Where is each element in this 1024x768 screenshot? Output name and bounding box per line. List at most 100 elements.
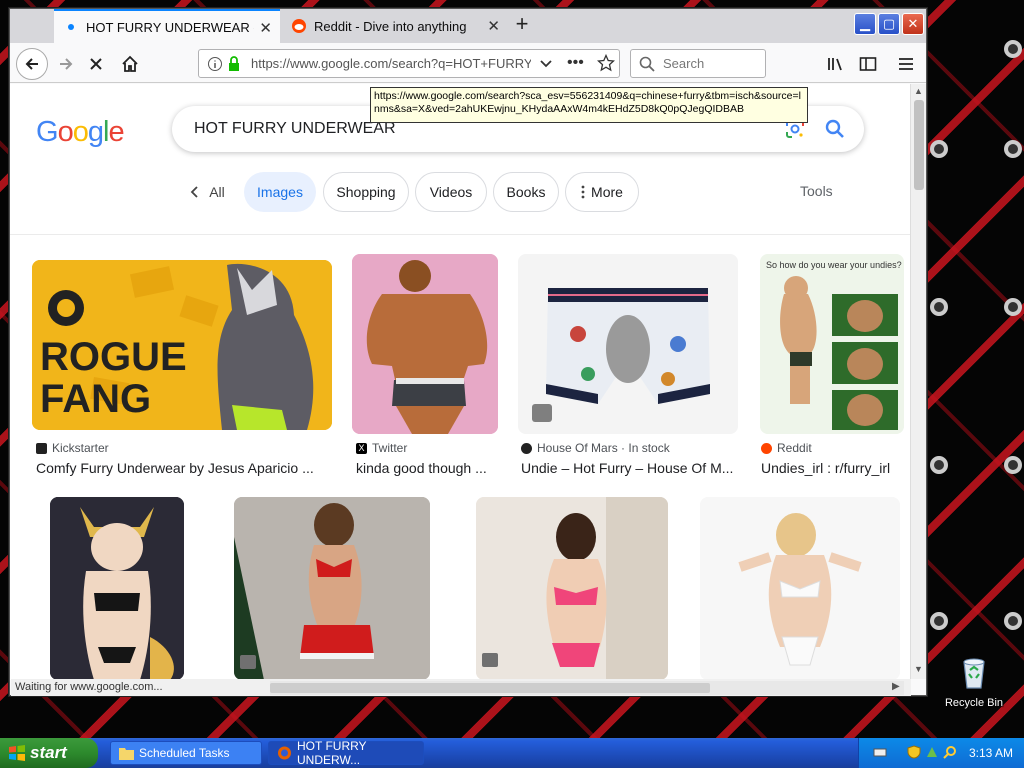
task-label: Scheduled Tasks xyxy=(139,746,230,760)
tab-google-search[interactable]: HOT FURRY UNDERWEAR - Google ✕ xyxy=(54,9,280,43)
reddit-icon xyxy=(292,19,306,33)
page-actions-icon[interactable]: ••• xyxy=(567,54,584,72)
tab-bar: HOT FURRY UNDERWEAR - Google ✕ Reddit - … xyxy=(10,9,926,43)
url-text[interactable]: https://www.google.com/search?q=HOT+FURR… xyxy=(251,56,531,71)
chevron-left-icon xyxy=(190,186,198,198)
house-of-mars-icon xyxy=(521,442,532,454)
tab-label: HOT FURRY UNDERWEAR - Google xyxy=(86,19,254,35)
library-button[interactable] xyxy=(822,50,850,78)
kickstarter-icon xyxy=(36,442,47,454)
task-label: HOT FURRY UNDERW... xyxy=(297,739,367,767)
recycle-bin-icon xyxy=(963,658,985,689)
scrollbar-thumb[interactable] xyxy=(270,683,710,693)
sidebar-button[interactable] xyxy=(854,50,882,78)
result-image-row2-1[interactable] xyxy=(50,497,184,680)
search-placeholder: Search xyxy=(663,56,705,71)
result-source[interactable]: Kickstarter xyxy=(36,441,109,455)
home-button[interactable] xyxy=(116,50,144,78)
taskbar-firefox-window[interactable]: HOT FURRY UNDERW... xyxy=(268,739,424,767)
result-title[interactable]: kinda good though ... xyxy=(356,460,498,476)
boxer-briefs-product xyxy=(518,254,738,434)
home-icon xyxy=(122,55,138,72)
filter-all[interactable]: All xyxy=(180,172,234,212)
keyboard-icon[interactable] xyxy=(873,745,887,759)
result-source[interactable]: X Twitter xyxy=(356,441,407,455)
scrollbar-thumb[interactable] xyxy=(914,100,924,190)
result-title[interactable]: Undie – Hot Furry – House Of M... xyxy=(521,460,739,476)
filter-label: Books xyxy=(506,184,546,200)
divider xyxy=(10,234,910,235)
result-image-reddit[interactable]: So how do you wear your undies? xyxy=(760,254,904,434)
browser-search-field[interactable]: Search xyxy=(630,49,766,78)
search-icon[interactable] xyxy=(943,745,957,759)
tab-reddit[interactable]: Reddit - Dive into anything ✕ xyxy=(282,9,508,43)
result-image-rogue-fang[interactable]: ROGUE FANG xyxy=(32,260,332,430)
close-tab-icon[interactable]: ✕ xyxy=(487,17,500,35)
result-image-row2-3[interactable] xyxy=(476,497,668,680)
wallpaper-wheel xyxy=(1004,140,1022,158)
taskbar-scheduled-tasks[interactable]: Scheduled Tasks xyxy=(110,741,262,765)
chevron-down-icon[interactable] xyxy=(539,56,553,73)
new-tab-button[interactable]: + xyxy=(510,11,534,37)
undies-comic-artwork: So how do you wear your undies? xyxy=(760,254,904,434)
close-tab-icon[interactable]: ✕ xyxy=(259,19,272,37)
search-icon[interactable] xyxy=(824,118,846,140)
result-source[interactable]: House Of Mars · In stock xyxy=(521,441,670,455)
loading-dot-icon xyxy=(64,20,78,34)
menu-button[interactable] xyxy=(892,50,920,78)
filter-shopping[interactable]: Shopping xyxy=(323,172,409,212)
tools-button[interactable]: Tools xyxy=(800,183,833,199)
wallpaper-wheel xyxy=(1004,40,1022,58)
back-button[interactable] xyxy=(16,48,48,80)
start-label: start xyxy=(30,743,67,762)
muscular-character-artwork xyxy=(352,254,498,434)
wallpaper-wheel xyxy=(930,140,948,158)
clock[interactable]: 3:13 AM xyxy=(969,746,1013,760)
bookmark-star-icon[interactable] xyxy=(596,53,616,75)
windows-logo-icon xyxy=(9,745,25,761)
fox-character-artwork xyxy=(50,497,184,680)
result-title[interactable]: Comfy Furry Underwear by Jesus Aparicio … xyxy=(36,460,336,476)
result-source[interactable]: Reddit xyxy=(761,441,812,455)
recycle-bin[interactable]: Recycle Bin xyxy=(944,656,1004,709)
info-icon[interactable] xyxy=(207,56,223,75)
filter-books[interactable]: Books xyxy=(493,172,559,212)
scroll-right-arrow-icon[interactable]: ▶ xyxy=(892,681,900,692)
scroll-down-arrow-icon[interactable]: ▼ xyxy=(914,664,923,674)
forward-button[interactable] xyxy=(52,50,80,78)
page-content: Google HOT FURRY UNDERWEAR All Images Sh… xyxy=(10,84,910,680)
search-query-text[interactable]: HOT FURRY UNDERWEAR xyxy=(194,120,396,138)
result-image-row2-4[interactable] xyxy=(700,497,900,680)
google-logo[interactable]: Google xyxy=(36,116,125,149)
result-image-house-of-mars[interactable] xyxy=(518,254,738,434)
address-bar[interactable]: https://www.google.com/search?q=HOT+FURR… xyxy=(198,49,620,78)
wallpaper-wheel xyxy=(1004,612,1022,630)
result-title[interactable]: Undies_irl : r/furry_irl xyxy=(761,460,901,476)
stop-button[interactable] xyxy=(82,50,110,78)
stop-x-icon xyxy=(90,58,102,70)
taskbar: start Scheduled Tasks HOT FURRY UNDERW..… xyxy=(0,738,1024,768)
minimize-button[interactable]: ▁ xyxy=(854,13,876,35)
filter-images[interactable]: Images xyxy=(244,172,316,212)
wallpaper-wheel xyxy=(930,456,948,474)
wallpaper-wheel xyxy=(1004,456,1022,474)
result-image-twitter[interactable] xyxy=(352,254,498,434)
result-image-row2-2[interactable] xyxy=(234,497,430,680)
wallpaper-wheel xyxy=(1004,298,1022,316)
close-window-button[interactable]: ✕ xyxy=(902,13,924,35)
folder-icon xyxy=(119,748,134,760)
maximize-button[interactable]: ▢ xyxy=(878,13,900,35)
filter-videos[interactable]: Videos xyxy=(415,172,487,212)
horizontal-scrollbar[interactable]: ▶ xyxy=(270,681,904,695)
vertical-scrollbar[interactable]: ▲ ▼ xyxy=(910,84,926,679)
rogue-text: ROGUE xyxy=(40,335,187,379)
sidebar-icon xyxy=(859,57,877,71)
arrow-left-icon xyxy=(25,58,38,70)
start-button[interactable]: start xyxy=(0,738,98,768)
network-icon[interactable] xyxy=(925,745,939,759)
system-tray: 3:13 AM xyxy=(858,738,1024,768)
filter-more[interactable]: More xyxy=(565,172,639,212)
scroll-up-arrow-icon[interactable]: ▲ xyxy=(914,86,923,96)
security-shield-icon[interactable] xyxy=(907,745,921,759)
fang-text: FANG xyxy=(40,377,151,421)
